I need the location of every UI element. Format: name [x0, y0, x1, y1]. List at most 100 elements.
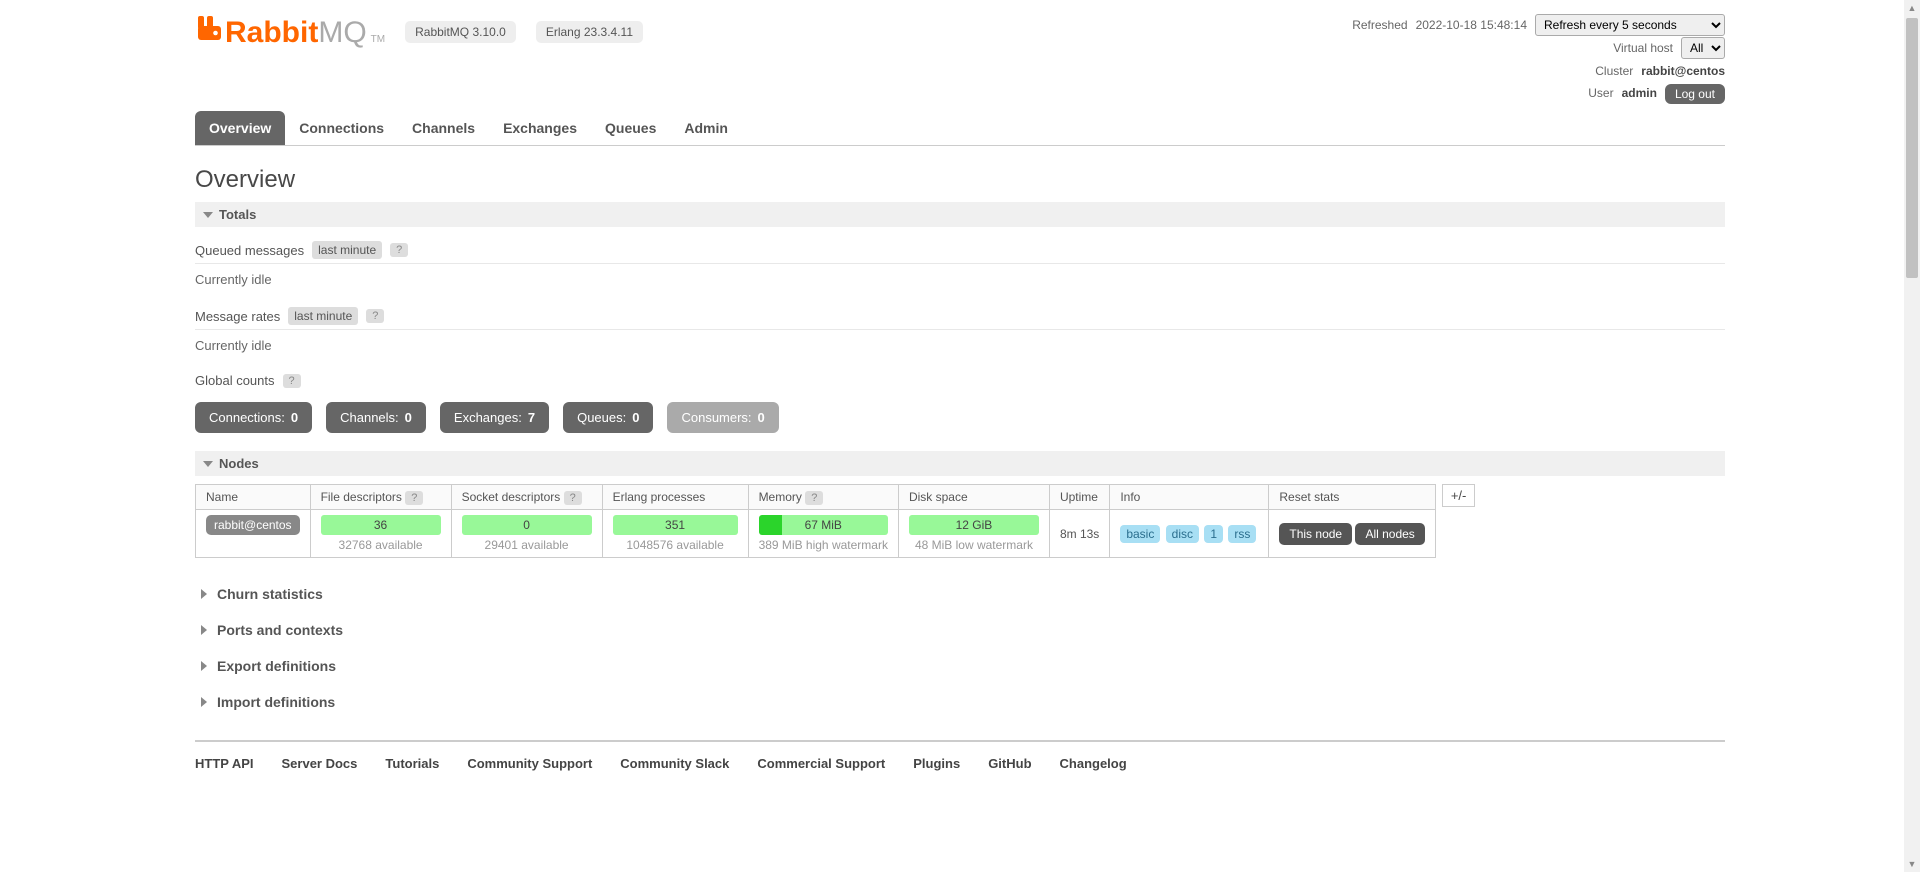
section-totals-header[interactable]: Totals: [195, 202, 1725, 227]
th-ep: Erlang processes: [602, 485, 748, 510]
footer-tutorials[interactable]: Tutorials: [385, 756, 439, 771]
th-name: Name: [196, 485, 311, 510]
refreshed-label: Refreshed: [1352, 14, 1407, 37]
scrollbar[interactable]: ▲ ▼: [1904, 0, 1920, 872]
refreshed-timestamp: 2022-10-18 15:48:14: [1416, 14, 1527, 37]
footer: HTTP API Server Docs Tutorials Community…: [195, 740, 1725, 811]
sd-bar: 0: [462, 515, 592, 535]
help-icon[interactable]: ?: [390, 243, 408, 257]
queued-idle: Currently idle: [195, 264, 1725, 301]
section-nodes-label: Nodes: [219, 456, 259, 471]
section-churn[interactable]: Churn statistics: [195, 576, 1725, 612]
chevron-right-icon: [201, 697, 207, 707]
logo-area: RabbitMQ TM RabbitMQ 3.10.0 Erlang 23.3.…: [195, 14, 643, 50]
cluster-name: rabbit@centos: [1641, 60, 1725, 83]
sd-note: 29401 available: [462, 538, 592, 552]
info-cell: basic disc 1 rss: [1110, 510, 1269, 558]
queued-range[interactable]: last minute: [312, 241, 382, 259]
help-icon[interactable]: ?: [366, 309, 384, 323]
chevron-right-icon: [201, 589, 207, 599]
section-totals-label: Totals: [219, 207, 256, 222]
fd-note: 32768 available: [321, 538, 441, 552]
scroll-thumb[interactable]: [1906, 18, 1918, 278]
footer-server-docs[interactable]: Server Docs: [282, 756, 358, 771]
queued-messages-label: Queued messages: [195, 243, 304, 258]
help-icon[interactable]: ?: [805, 491, 823, 505]
footer-github[interactable]: GitHub: [988, 756, 1031, 771]
info-tag-disc[interactable]: disc: [1166, 525, 1199, 543]
section-nodes-header[interactable]: Nodes: [195, 451, 1725, 476]
user-label: User: [1588, 82, 1613, 105]
footer-http-api[interactable]: HTTP API: [195, 756, 254, 771]
global-counts: Connections: 0 Channels: 0 Exchanges: 7 …: [195, 402, 1725, 433]
logout-button[interactable]: Log out: [1665, 84, 1725, 104]
nav-tabs: Overview Connections Channels Exchanges …: [195, 111, 1725, 146]
count-exchanges[interactable]: Exchanges: 7: [440, 402, 549, 433]
node-name[interactable]: rabbit@centos: [206, 515, 300, 535]
help-icon[interactable]: ?: [405, 491, 423, 505]
rates-idle: Currently idle: [195, 330, 1725, 367]
th-uptime: Uptime: [1049, 485, 1109, 510]
tab-exchanges[interactable]: Exchanges: [489, 111, 591, 145]
chevron-down-icon: [203, 461, 213, 467]
footer-changelog[interactable]: Changelog: [1060, 756, 1127, 771]
columns-toggle[interactable]: +/-: [1442, 484, 1476, 507]
chevron-right-icon: [201, 625, 207, 635]
logo[interactable]: RabbitMQ TM: [195, 14, 385, 50]
rates-range[interactable]: last minute: [288, 307, 358, 325]
tab-queues[interactable]: Queues: [591, 111, 670, 145]
footer-plugins[interactable]: Plugins: [913, 756, 960, 771]
tab-overview[interactable]: Overview: [195, 111, 285, 145]
chevron-down-icon: [203, 212, 213, 218]
th-disk: Disk space: [898, 485, 1049, 510]
uptime-cell: 8m 13s: [1049, 510, 1109, 558]
ep-bar: 351: [613, 515, 738, 535]
reset-all-nodes-button[interactable]: All nodes: [1355, 523, 1424, 545]
cluster-label: Cluster: [1595, 60, 1633, 83]
scroll-down-icon[interactable]: ▼: [1904, 856, 1920, 872]
user-name: admin: [1622, 82, 1657, 105]
footer-community-support[interactable]: Community Support: [467, 756, 592, 771]
footer-community-slack[interactable]: Community Slack: [620, 756, 729, 771]
header: RabbitMQ TM RabbitMQ 3.10.0 Erlang 23.3.…: [195, 0, 1725, 105]
th-info: Info: [1110, 485, 1269, 510]
info-tag-basic[interactable]: basic: [1120, 525, 1160, 543]
section-export[interactable]: Export definitions: [195, 648, 1725, 684]
th-sd: Socket descriptors ?: [451, 485, 602, 510]
vhost-select[interactable]: All: [1681, 37, 1725, 59]
logo-text-rabbit: Rabbit: [225, 16, 318, 50]
tab-connections[interactable]: Connections: [285, 111, 398, 145]
mem-bar: 67 MiB: [759, 515, 888, 535]
footer-commercial-support[interactable]: Commercial Support: [757, 756, 885, 771]
chevron-right-icon: [201, 661, 207, 671]
info-tag-1[interactable]: 1: [1204, 525, 1223, 543]
help-icon[interactable]: ?: [283, 374, 301, 388]
info-tag-rss[interactable]: rss: [1228, 525, 1256, 543]
nodes-table: Name File descriptors ? Socket descripto…: [195, 484, 1436, 558]
fd-bar: 36: [321, 515, 441, 535]
tab-channels[interactable]: Channels: [398, 111, 489, 145]
count-connections[interactable]: Connections: 0: [195, 402, 312, 433]
logo-text-mq: MQ: [318, 16, 366, 50]
nodes-header-row: Name File descriptors ? Socket descripto…: [196, 485, 1436, 510]
scroll-up-icon[interactable]: ▲: [1904, 0, 1920, 16]
section-import[interactable]: Import definitions: [195, 684, 1725, 720]
tab-admin[interactable]: Admin: [670, 111, 742, 145]
count-queues[interactable]: Queues: 0: [563, 402, 653, 433]
refresh-interval-select[interactable]: Refresh every 5 seconds: [1535, 14, 1725, 36]
table-row: rabbit@centos 36 32768 available 0 29401…: [196, 510, 1436, 558]
disk-note: 48 MiB low watermark: [909, 538, 1039, 552]
reset-this-node-button[interactable]: This node: [1279, 523, 1352, 545]
count-consumers[interactable]: Consumers: 0: [667, 402, 778, 433]
mem-note: 389 MiB high watermark: [759, 538, 888, 552]
count-channels[interactable]: Channels: 0: [326, 402, 426, 433]
global-counts-label: Global counts: [195, 373, 275, 388]
help-icon[interactable]: ?: [564, 491, 582, 505]
section-ports[interactable]: Ports and contexts: [195, 612, 1725, 648]
vhost-label: Virtual host: [1613, 37, 1673, 60]
th-fd: File descriptors ?: [310, 485, 451, 510]
version-pill: RabbitMQ 3.10.0: [405, 21, 516, 43]
logo-tm: TM: [371, 34, 385, 45]
ep-note: 1048576 available: [613, 538, 738, 552]
rabbit-icon: [195, 14, 223, 50]
